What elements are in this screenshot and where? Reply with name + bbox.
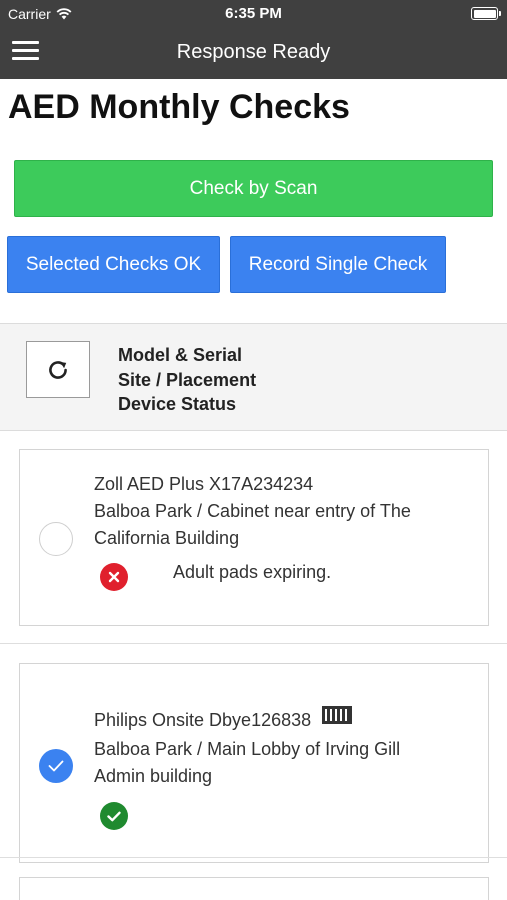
clock: 6:35 PM — [225, 5, 282, 22]
device-model-serial-row: Philips Onsite Dbye126838 — [94, 706, 353, 731]
header-site-placement: Site / Placement — [118, 369, 257, 390]
status-bar: Carrier 6:35 PM — [0, 0, 507, 28]
header-model-serial: Model & Serial — [118, 345, 243, 365]
selected-checks-ok-button[interactable]: Selected Checks OK — [7, 236, 220, 293]
device-card[interactable]: Zoll AED Plus X17A234234 Balboa Park / C… — [19, 449, 489, 626]
battery-icon — [471, 7, 501, 20]
device-site-line1: Balboa Park / Cabinet near entry of The — [94, 501, 411, 521]
check-by-scan-button[interactable]: Check by Scan — [14, 160, 493, 217]
refresh-icon — [49, 360, 67, 379]
row-divider — [0, 857, 507, 858]
device-model-serial: Philips Onsite Dbye126838 — [94, 710, 312, 730]
page-title: AED Monthly Checks — [8, 88, 350, 126]
device-model-serial: Zoll AED Plus X17A234234 — [94, 474, 314, 494]
device-site-line2: Admin building — [94, 766, 213, 786]
nav-title: Response Ready — [176, 41, 331, 63]
select-radio[interactable] — [39, 749, 73, 783]
select-radio[interactable] — [39, 522, 73, 556]
nav-bar: Response Ready — [0, 28, 507, 79]
refresh-button[interactable] — [26, 341, 90, 398]
device-card[interactable] — [19, 877, 489, 900]
error-x-icon — [100, 563, 128, 591]
row-divider — [0, 643, 507, 644]
device-status-text: Adult pads expiring. — [173, 562, 332, 582]
list-header: Model & Serial Site / Placement Device S… — [0, 323, 507, 431]
barcode-icon — [322, 706, 353, 724]
header-device-status: Device Status — [118, 394, 237, 414]
record-single-check-button[interactable]: Record Single Check — [230, 236, 446, 293]
device-card[interactable]: Philips Onsite Dbye126838 Balboa Park / … — [19, 663, 489, 863]
device-site-line2: California Building — [94, 528, 240, 548]
device-site-line1: Balboa Park / Main Lobby of Irving Gill — [94, 739, 401, 759]
ok-check-icon — [100, 802, 128, 830]
checkmark-icon — [48, 760, 64, 772]
column-labels: Model & Serial Site / Placement Device S… — [118, 343, 256, 417]
